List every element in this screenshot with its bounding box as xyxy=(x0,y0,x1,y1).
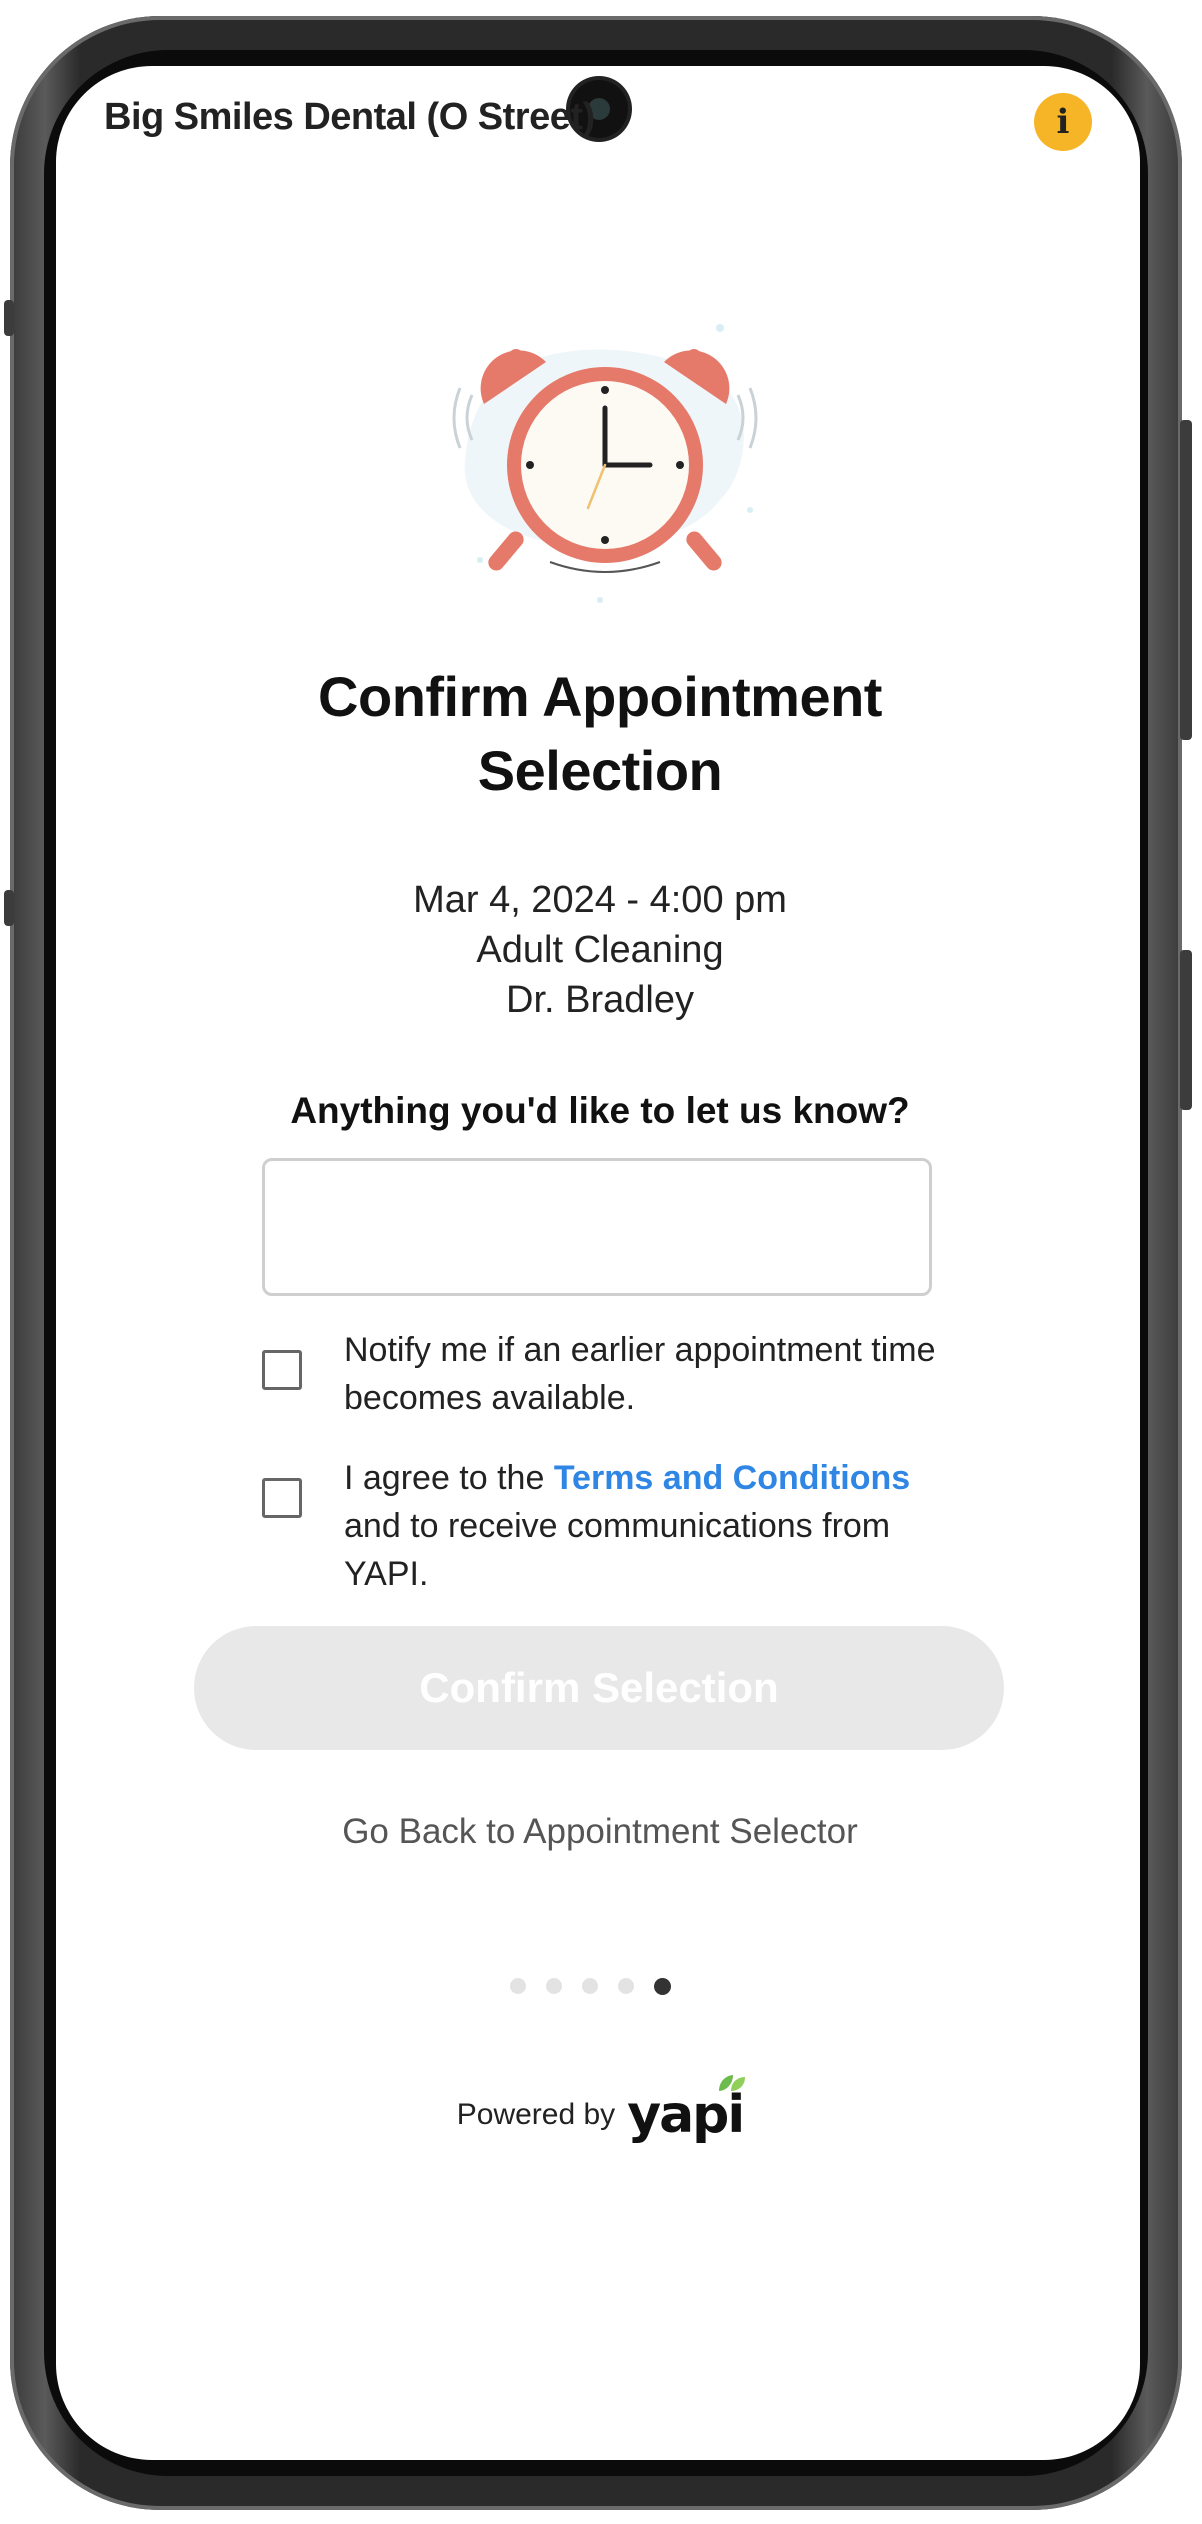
terms-label-before: I agree to the xyxy=(344,1459,554,1497)
leaf-icon xyxy=(719,2075,746,2091)
powered-by: Powered by yapi xyxy=(400,2075,800,2145)
progress-dot-active xyxy=(654,1978,671,1995)
info-icon[interactable]: i xyxy=(1034,93,1092,151)
progress-dot xyxy=(546,1978,562,1994)
terms-checkbox[interactable] xyxy=(262,1478,302,1518)
volume-button xyxy=(1180,420,1192,740)
power-button xyxy=(1180,950,1192,1110)
alarm-clock-illustration xyxy=(452,324,758,603)
powered-by-text: Powered by xyxy=(456,2098,616,2131)
title-line: Confirm Appointment xyxy=(318,665,882,728)
page-title: Confirm Appointment Selection xyxy=(200,660,1000,808)
yapi-logo: yapi xyxy=(627,2075,745,2145)
back-to-selector-link[interactable]: Go Back to Appointment Selector xyxy=(200,1812,1000,1852)
progress-dot xyxy=(618,1978,634,1994)
confirm-selection-button[interactable]: Confirm Selection xyxy=(194,1626,1004,1750)
progress-dots xyxy=(510,1978,671,1998)
appointment-details: Mar 4, 2024 - 4:00 pm Adult Cleaning Dr.… xyxy=(250,875,950,1025)
appointment-provider: Dr. Bradley xyxy=(506,979,694,1021)
clinic-name: Big Smiles Dental (O Street) xyxy=(104,96,595,138)
terms-checkbox-label: I agree to the Terms and Conditions and … xyxy=(344,1454,944,1598)
terms-and-conditions-link[interactable]: Terms and Conditions xyxy=(554,1459,910,1497)
appointment-datetime: Mar 4, 2024 - 4:00 pm xyxy=(413,879,787,921)
notes-textarea[interactable] xyxy=(262,1158,932,1296)
notes-question: Anything you'd like to let us know? xyxy=(290,1090,910,1131)
progress-dot xyxy=(510,1978,526,1994)
notify-checkbox-label: Notify me if an earlier appointment time… xyxy=(344,1331,936,1417)
side-detail xyxy=(4,300,14,336)
terms-label-after: and to receive communications from YAPI. xyxy=(344,1507,891,1593)
progress-dot xyxy=(582,1978,598,1994)
title-line: Selection xyxy=(477,739,723,802)
side-detail xyxy=(4,890,14,926)
notify-checkbox[interactable] xyxy=(262,1350,302,1390)
appointment-service: Adult Cleaning xyxy=(476,929,724,971)
